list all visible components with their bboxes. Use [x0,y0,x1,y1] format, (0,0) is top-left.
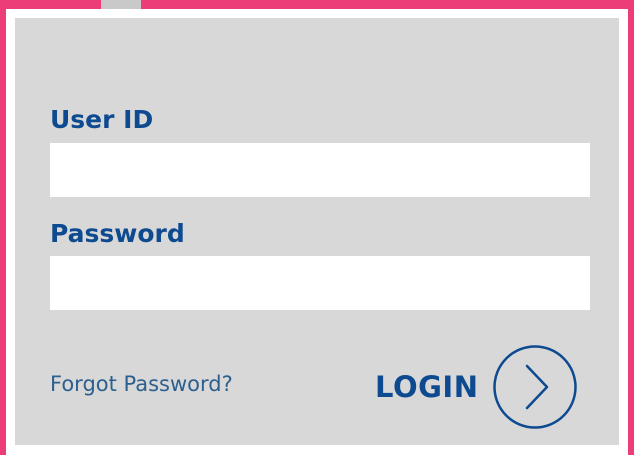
login-button-label: LOGIN [375,369,479,404]
password-label: Password [50,219,185,248]
login-button[interactable]: LOGIN [375,342,578,432]
login-panel: User ID Password Forgot Password? LOGIN [15,18,619,445]
top-tab [101,0,141,9]
chevron-right-circle-icon [493,345,578,429]
forgot-password-link[interactable]: Forgot Password? [50,374,233,395]
password-input[interactable] [50,256,590,310]
user-id-label: User ID [50,105,154,134]
user-id-input[interactable] [50,143,590,197]
